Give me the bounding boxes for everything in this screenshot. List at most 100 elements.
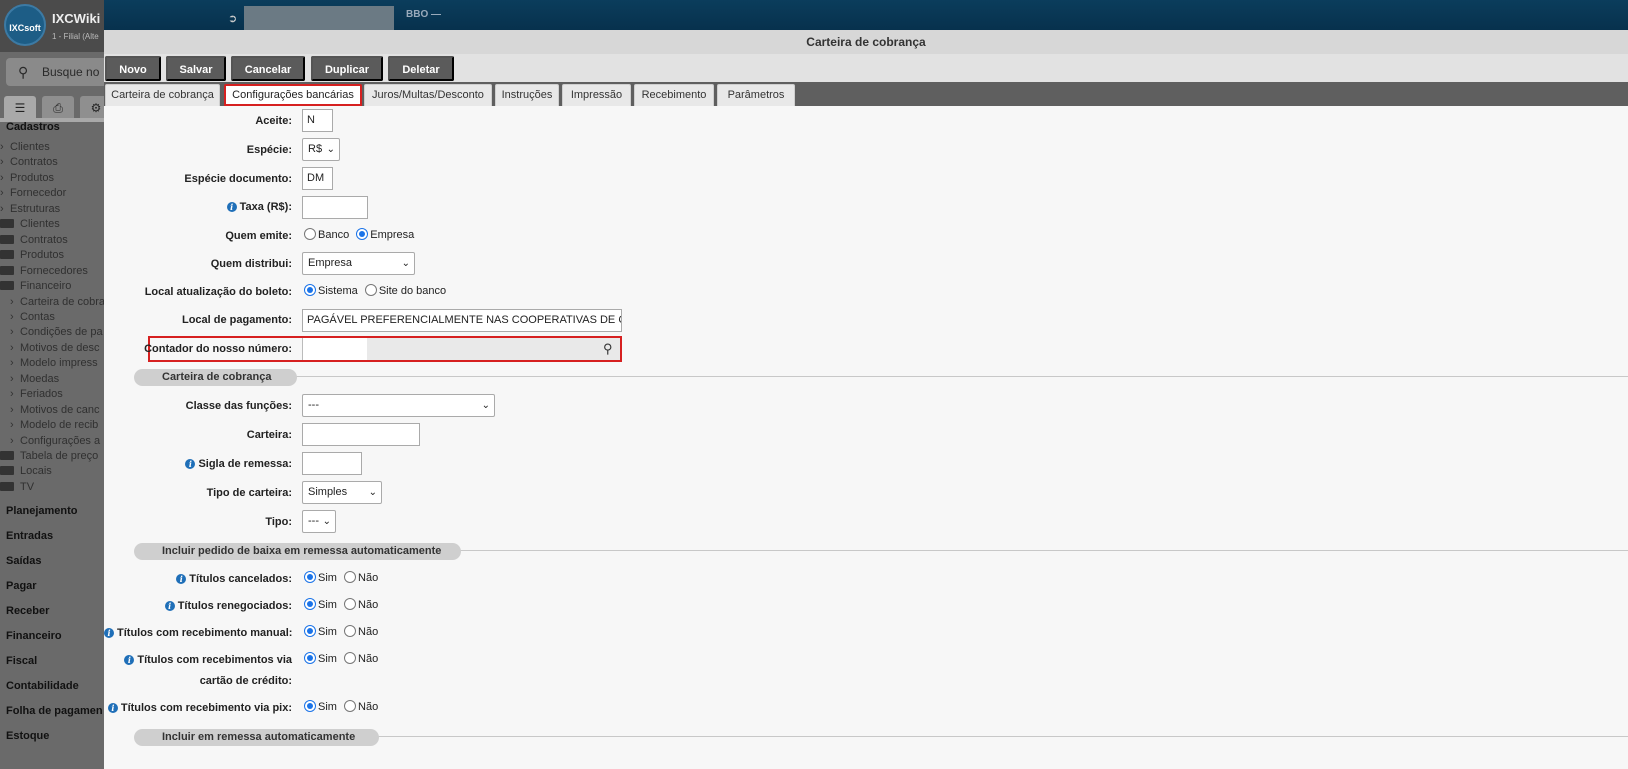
sidebar-item[interactable]: › Moedas — [0, 373, 59, 385]
quem-distribui-select[interactable]: Empresa ⌄ — [302, 252, 415, 275]
sidebar-item[interactable]: › Clientes — [0, 141, 50, 153]
sidebar-section[interactable]: Planejamento — [6, 505, 78, 517]
aceite-input[interactable]: N — [302, 109, 333, 132]
menu-label: Contabilidade — [6, 680, 79, 692]
section-divider — [444, 550, 1628, 551]
print-icon[interactable]: ⎙ — [42, 96, 74, 120]
titulos-manual-nao-radio[interactable] — [344, 625, 357, 637]
quem-emite-banco-radio[interactable] — [304, 228, 316, 240]
titulos-cancelados-nao-radio[interactable] — [344, 571, 357, 583]
menu-search-input[interactable]: ⚲ Busque no — [6, 58, 104, 86]
sidebar-header: IXCsoft IXCWiki 1 - Filial (Alte — [0, 0, 104, 52]
sidebar-item[interactable]: › Modelo de recib — [0, 419, 98, 431]
nao-label: Não — [358, 701, 379, 713]
titulos-renegociados-sim-radio[interactable] — [304, 598, 316, 610]
sim-label: Sim — [318, 599, 337, 611]
list-icon[interactable]: ☰ — [4, 96, 36, 120]
sidebar-item[interactable]: › Estruturas — [0, 203, 60, 215]
especie-documento-input[interactable]: DM — [302, 167, 333, 190]
sidebar-item[interactable]: › Contratos — [0, 156, 58, 168]
contador-input[interactable] — [302, 338, 620, 360]
info-icon[interactable]: i — [107, 703, 118, 713]
chevron-right-icon: › — [0, 171, 4, 184]
titulos-renegociados-nao-radio[interactable] — [344, 598, 357, 610]
sidebar-item[interactable]: TV — [0, 481, 34, 493]
tipo-select[interactable]: --- ⌄ — [302, 510, 336, 533]
info-icon[interactable]: i — [164, 601, 175, 611]
menu-label: Financeiro — [6, 630, 62, 642]
especie-select[interactable]: R$ ⌄ — [302, 138, 340, 161]
taxa-input[interactable] — [302, 196, 368, 219]
sidebar-section[interactable]: Financeiro — [6, 630, 62, 642]
nao-label: Não — [358, 626, 379, 638]
quem-emite-empresa-radio[interactable] — [356, 228, 369, 240]
sidebar-item[interactable]: › Configurações a — [0, 435, 100, 447]
local-atualizacao-sistema-radio[interactable] — [304, 284, 316, 296]
tipo-carteira-select[interactable]: Simples ⌄ — [302, 481, 382, 504]
search-icon[interactable]: ⚲ — [603, 341, 613, 357]
carteira-input[interactable] — [302, 423, 420, 446]
sidebar-item[interactable]: › Modelo impress — [0, 357, 98, 369]
titulos-cartao-nao-radio[interactable] — [344, 652, 357, 664]
sidebar-item[interactable]: › Contas — [0, 311, 55, 323]
sidebar-section[interactable]: Folha de pagamen — [6, 705, 103, 717]
chevron-right-icon: › — [10, 310, 14, 323]
titulos-cartao-label: i Títulos com recebimentos via — [104, 654, 292, 666]
sidebar-item[interactable]: Financeiro — [0, 280, 71, 292]
sidebar-section[interactable]: Saídas — [6, 555, 41, 567]
gear-icon[interactable]: ⚙ — [80, 96, 104, 120]
info-icon[interactable]: i — [226, 202, 237, 212]
menu-label: Carteira de cobra — [20, 295, 104, 308]
sidebar-section[interactable]: Pagar — [6, 580, 37, 592]
titulos-cancelados-label: i Títulos cancelados: — [104, 573, 292, 585]
titulos-manual-label: i Títulos com recebimento manual: — [104, 627, 292, 639]
info-icon[interactable]: i — [124, 655, 135, 665]
titulos-cancelados-sim-radio[interactable] — [304, 571, 316, 583]
info-icon[interactable]: i — [176, 574, 187, 584]
sidebar-item[interactable]: Contratos — [0, 234, 68, 246]
local-atualizacao-site-radio[interactable] — [364, 284, 377, 296]
sidebar-item[interactable]: › Motivos de canc — [0, 404, 99, 416]
chevron-down-icon: ⌄ — [326, 144, 335, 155]
form-body: Aceite: N Espécie: R$ ⌄ Espécie documento… — [104, 30, 1628, 769]
classe-funcoes-select[interactable]: --- ⌄ — [302, 394, 495, 417]
local-pagamento-input[interactable]: PAGÁVEL PREFERENCIALMENTE NAS COOPERATIV… — [302, 309, 622, 332]
sidebar-item[interactable]: Fornecedores — [0, 265, 88, 277]
titulos-manual-sim-radio[interactable] — [304, 625, 316, 637]
quem-distribui-value: Empresa — [308, 257, 353, 269]
titulos-cartao-sim-radio[interactable] — [304, 652, 316, 664]
sidebar-item[interactable]: Clientes — [0, 218, 60, 230]
sidebar-item[interactable]: › Produtos — [0, 172, 54, 184]
sidebar-section-cadastros[interactable]: Cadastros — [6, 121, 60, 133]
titulos-pix-sim-radio[interactable] — [304, 700, 316, 712]
sidebar-section[interactable]: Estoque — [6, 730, 49, 742]
sidebar-item[interactable]: Produtos — [0, 249, 64, 261]
titulos-pix-nao-radio[interactable] — [344, 700, 357, 712]
sidebar-item[interactable]: Locais — [0, 465, 52, 477]
sigla-remessa-input[interactable] — [302, 452, 362, 475]
info-icon[interactable]: i — [104, 628, 114, 638]
sidebar-section[interactable]: Receber — [6, 605, 49, 617]
sidebar-section[interactable]: Fiscal — [6, 655, 37, 667]
sidebar-item[interactable]: › Condições de pa — [0, 326, 103, 338]
menu-label: Entradas — [6, 530, 54, 542]
sidebar-section[interactable]: Contabilidade — [6, 680, 79, 692]
menu-label: Saídas — [6, 555, 42, 567]
sidebar-item[interactable]: › Motivos de desc — [0, 342, 99, 354]
menu-label: Contratos — [20, 233, 68, 246]
sidebar-item[interactable]: › Carteira de cobra — [0, 296, 104, 308]
logout-icon[interactable]: ➲ — [228, 12, 237, 25]
sidebar-item[interactable]: Tabela de preço — [0, 450, 98, 462]
local-atualizacao-label: Local atualização do boleto: — [144, 286, 292, 298]
sidebar-item[interactable]: › Feriados — [0, 388, 63, 400]
section-divider — [364, 736, 1628, 737]
info-icon[interactable]: i — [185, 459, 196, 469]
app-logo[interactable]: IXCsoft — [4, 4, 46, 46]
chevron-right-icon: › — [10, 357, 14, 370]
menu-label: Moedas — [20, 372, 60, 385]
sidebar-section[interactable]: Entradas — [6, 530, 53, 542]
tipo-value: --- — [308, 515, 319, 527]
titulos-pix-label: i Títulos com recebimento via pix: — [104, 702, 292, 714]
sidebar-item[interactable]: › Fornecedor — [0, 187, 66, 199]
chevron-right-icon: › — [0, 187, 4, 200]
